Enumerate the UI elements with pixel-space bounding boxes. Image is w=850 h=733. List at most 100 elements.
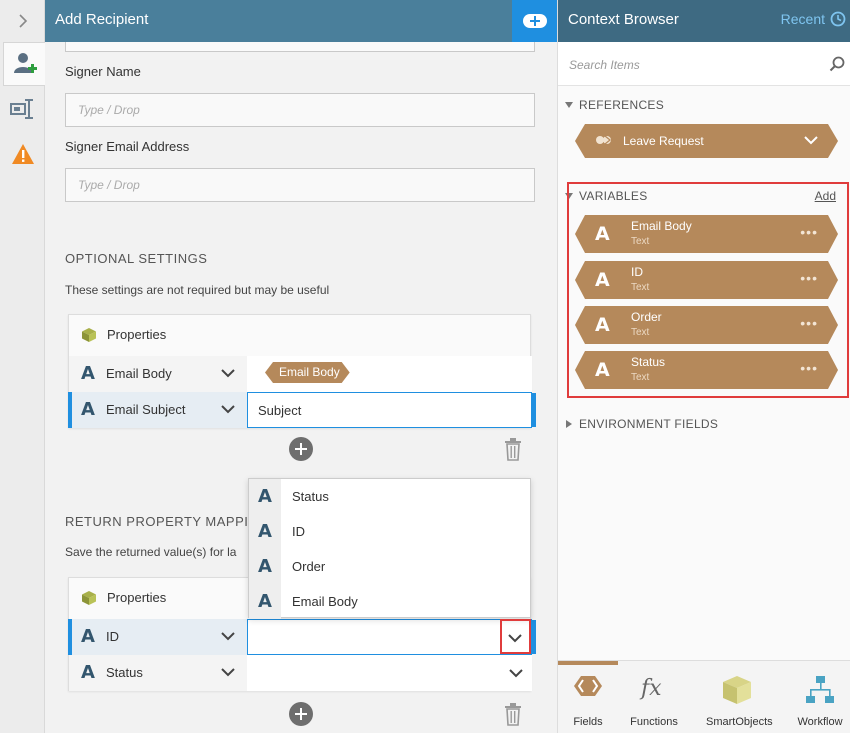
reference-item[interactable]: Leave Request [575, 124, 838, 158]
text-type-icon: A [81, 399, 95, 420]
search-input[interactable]: Search Items [569, 58, 640, 72]
return-name: Status [106, 665, 143, 680]
return-name: ID [106, 629, 119, 644]
text-type-icon: A [81, 662, 95, 683]
signer-name-label: Signer Name [65, 64, 141, 79]
expand-environment-icon[interactable] [566, 420, 572, 428]
return-row: A Status [69, 655, 532, 691]
chevron-down-icon[interactable] [221, 631, 235, 641]
smartobjects-icon [723, 676, 751, 704]
properties-label: Properties [107, 327, 167, 342]
context-tabs: Fields fx Functions SmartObjects Workflo… [558, 660, 850, 733]
return-name-cell[interactable]: A ID [68, 619, 247, 655]
chevron-down-icon[interactable] [804, 135, 818, 145]
dropdown-option[interactable]: A ID [249, 514, 530, 549]
context-browser-panel: Context Browser Recent Search Items REFE… [557, 0, 850, 733]
return-row-selected: A ID [68, 619, 536, 655]
collapse-references-icon[interactable] [565, 102, 573, 108]
text-type-icon: A [249, 514, 281, 549]
search-bar[interactable]: Search Items [558, 42, 850, 86]
fields-icon [574, 676, 602, 696]
dropdown-option-label: Email Body [292, 594, 358, 609]
chevron-down-icon[interactable] [221, 404, 235, 414]
clock-icon[interactable] [830, 11, 846, 27]
variable-dropdown-list: A Status A ID A Order A Email Body [248, 478, 531, 619]
tab-label: SmartObjects [706, 716, 773, 728]
optional-settings-desc: These settings are not required but may … [65, 283, 330, 297]
reference-icon [595, 133, 613, 147]
dropdown-chevron-icon[interactable] [509, 668, 523, 678]
add-property-button[interactable] [289, 437, 313, 461]
previous-field-bottom [65, 42, 535, 52]
environment-fields-title[interactable]: ENVIRONMENT FIELDS [579, 417, 718, 431]
svg-text:fx: fx [639, 676, 662, 701]
variables-highlight [567, 182, 849, 398]
property-value-cell[interactable]: Email Body [247, 356, 532, 392]
dropdown-option[interactable]: A Email Body [249, 584, 530, 619]
text-type-icon: A [81, 363, 95, 384]
property-name-cell[interactable]: A Email Subject [68, 392, 247, 428]
input-mapping-tab[interactable] [4, 87, 42, 131]
chevron-down-icon[interactable] [221, 368, 235, 378]
add-icon [522, 14, 547, 28]
chevron-down-icon[interactable] [221, 667, 235, 677]
email-body-token[interactable]: Email Body [265, 362, 350, 383]
properties-label: Properties [107, 590, 167, 605]
panel-header: Add Recipient [45, 0, 557, 42]
cube-icon [82, 591, 96, 605]
recent-link[interactable]: Recent [781, 11, 825, 27]
return-name-cell[interactable]: A Status [69, 655, 247, 691]
trash-icon[interactable] [504, 437, 522, 461]
left-rail [0, 0, 45, 733]
dropdown-option-label: Status [292, 489, 329, 504]
tab-workflow[interactable]: Workflow [790, 661, 850, 733]
text-type-icon: A [249, 549, 281, 584]
tab-label: Fields [573, 716, 603, 728]
functions-icon: fx [639, 676, 662, 701]
property-value: Subject [258, 403, 302, 418]
text-type-icon: A [249, 479, 281, 514]
email-subject-value-input[interactable]: Subject [247, 392, 536, 428]
dropdown-chevron-highlight [500, 619, 531, 654]
signer-name-placeholder: Type / Drop [78, 103, 140, 117]
return-value-select[interactable] [247, 619, 536, 655]
cube-icon [82, 328, 96, 342]
panel-title: Add Recipient [55, 11, 149, 28]
property-row: A Email Body Email Body [69, 356, 532, 392]
expand-chevron-icon[interactable] [0, 0, 45, 42]
text-type-icon: A [249, 584, 281, 619]
context-header: Context Browser Recent [558, 0, 850, 42]
property-row-selected: A Email Subject Subject [68, 392, 536, 428]
optional-settings-title: OPTIONAL SETTINGS [65, 251, 208, 266]
tab-fields[interactable]: Fields [558, 661, 618, 733]
tab-smartobjects[interactable]: SmartObjects [706, 661, 773, 733]
signer-email-placeholder: Type / Drop [78, 178, 140, 192]
warnings-tab[interactable] [4, 132, 42, 176]
signer-name-input[interactable]: Type / Drop [65, 93, 535, 127]
text-field-icon [10, 99, 33, 119]
properties-header: Properties [69, 315, 530, 355]
return-value-select[interactable] [247, 655, 532, 691]
add-recipient-panel: Add Recipient Signer Name Type / Drop Si… [45, 0, 557, 733]
add-recipient-tab[interactable] [3, 42, 45, 86]
signer-email-input[interactable]: Type / Drop [65, 168, 535, 202]
search-icon[interactable] [829, 56, 845, 72]
reference-name: Leave Request [623, 134, 704, 148]
dropdown-option[interactable]: A Status [249, 479, 530, 514]
text-type-icon: A [81, 626, 95, 647]
tab-functions[interactable]: fx Functions [624, 661, 684, 733]
add-button[interactable] [512, 0, 557, 42]
property-name: Email Subject [106, 402, 186, 417]
references-title[interactable]: REFERENCES [579, 98, 664, 112]
tab-label: Workflow [797, 716, 843, 728]
context-title: Context Browser [568, 11, 679, 28]
add-return-property-button[interactable] [289, 702, 313, 726]
tab-label: Functions [630, 716, 678, 728]
signer-email-label: Signer Email Address [65, 139, 190, 154]
workflow-icon [806, 676, 834, 703]
trash-icon[interactable] [504, 702, 522, 726]
property-name-cell[interactable]: A Email Body [69, 356, 247, 392]
dropdown-option[interactable]: A Order [249, 549, 530, 584]
dropdown-option-label: ID [292, 524, 305, 539]
return-mapping-title: RETURN PROPERTY MAPPIN [65, 514, 259, 529]
